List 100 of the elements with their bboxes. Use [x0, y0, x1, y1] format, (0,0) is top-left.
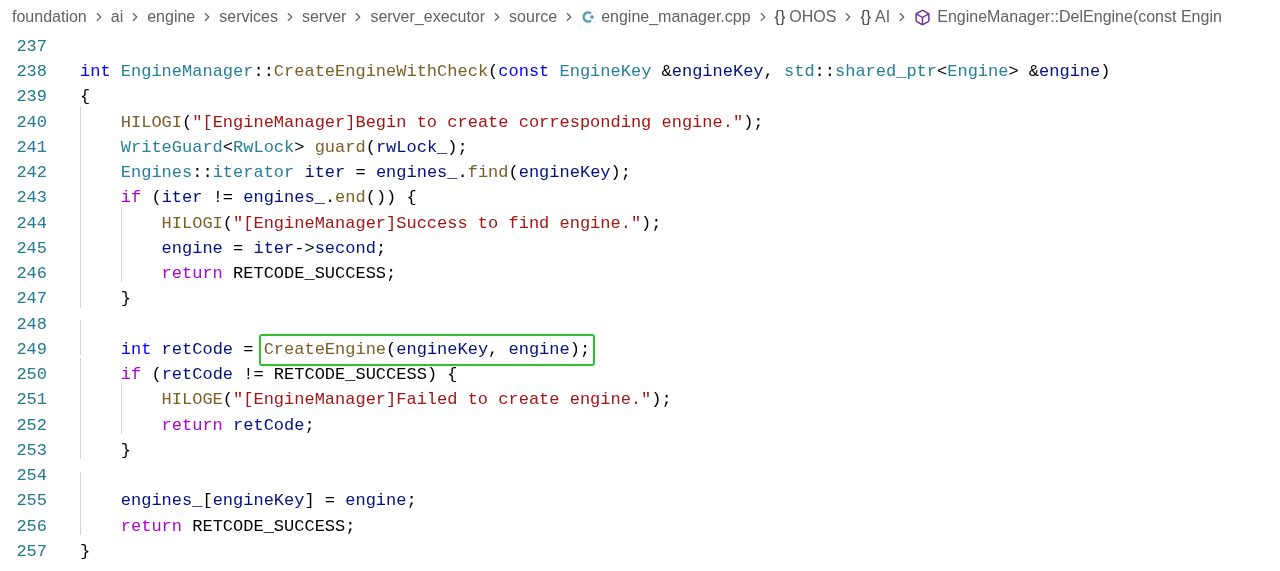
code-token: (: [150, 187, 162, 210]
code-token: engineKey: [518, 162, 611, 185]
breadcrumb-item[interactable]: server: [301, 5, 347, 29]
line-number: 257: [15, 540, 48, 563]
code-token: retCode: [232, 414, 305, 437]
code-token: engine: [508, 338, 570, 361]
code-token: iterator: [212, 162, 295, 185]
code-token: {: [80, 86, 91, 109]
cube-icon: [914, 8, 932, 26]
line-number: 248: [15, 313, 48, 336]
code-token: CreateEngineWithCheck: [273, 61, 489, 84]
code-token: );: [610, 162, 631, 185]
breadcrumb-item[interactable]: ai: [110, 5, 124, 29]
code-token: HILOGI: [160, 212, 223, 235]
line-number: 241: [15, 136, 48, 159]
code-token: (: [386, 338, 397, 361]
code-token: ] =: [304, 490, 337, 513]
line-number: 250: [15, 364, 48, 387]
code-token: CreateEngine: [263, 338, 387, 361]
breadcrumb-item[interactable]: foundation: [12, 5, 87, 29]
code-token: engine: [345, 490, 407, 513]
code-token: return: [160, 263, 223, 286]
breadcrumb-item[interactable]: services: [219, 5, 278, 29]
code-token: .: [457, 162, 468, 185]
code-token: guard: [314, 136, 366, 159]
code-token: int: [119, 338, 152, 361]
code-token: ::: [814, 61, 835, 84]
line-number: 242: [15, 162, 48, 185]
code-token: (: [488, 61, 499, 84]
line-number: 245: [15, 237, 48, 260]
code-token: Engines: [119, 162, 193, 185]
line-number: 237: [15, 35, 48, 58]
code-token: return: [119, 515, 183, 538]
line-number: 256: [15, 515, 48, 538]
code-token: RETCODE_SUCCESS;: [191, 515, 356, 538]
code-token: end: [335, 187, 366, 210]
code-token: EngineManager: [119, 61, 254, 84]
code-token: engine: [160, 237, 223, 260]
code-token: retCode: [160, 338, 234, 361]
code-token: );: [447, 136, 468, 159]
breadcrumb-item[interactable]: OHOS: [789, 5, 837, 29]
code-token: [: [202, 490, 213, 513]
line-number: 244: [15, 212, 48, 235]
code-token: retCode: [161, 364, 234, 387]
code-token: "[EngineManager]Success to find engine.": [233, 212, 642, 235]
line-number: 252: [15, 414, 48, 437]
line-number: 253: [15, 439, 48, 462]
code-token: =: [354, 162, 367, 185]
code-token: );: [743, 111, 764, 134]
code-token: iter: [161, 187, 203, 210]
code-token: RwLock: [233, 136, 295, 159]
line-number: 246: [15, 263, 48, 286]
code-token: shared_ptr: [835, 61, 938, 84]
code-token: if: [119, 187, 142, 210]
code-token: iter: [303, 162, 346, 185]
code-token: }: [119, 288, 131, 311]
code-token: (: [222, 389, 234, 412]
code-token: =: [242, 338, 255, 361]
code-token: HILOGE: [160, 389, 223, 412]
code-token: iter: [253, 237, 295, 260]
breadcrumb-item[interactable]: AI: [875, 5, 891, 29]
code-token: );: [641, 212, 662, 235]
code-token: <: [222, 136, 234, 159]
code-token: ,: [763, 61, 775, 84]
code-token: ::: [253, 61, 274, 84]
breadcrumb-item[interactable]: engine: [147, 5, 196, 29]
code-token: ): [1100, 61, 1111, 84]
line-number: 243: [15, 187, 48, 210]
code-token: >: [294, 136, 306, 159]
code-token: ->: [294, 237, 315, 260]
code-token: HILOGI: [119, 111, 183, 134]
line-number: 254: [15, 465, 48, 488]
namespace-icon: {}: [774, 5, 786, 29]
code-token: <: [937, 61, 948, 84]
code-token: find: [467, 162, 509, 185]
code-token: engineKey: [671, 61, 764, 84]
code-token: int: [80, 61, 111, 84]
namespace-icon: {}: [860, 5, 872, 29]
code-token: (: [182, 111, 193, 134]
line-number: 255: [15, 490, 48, 513]
breadcrumb-item[interactable]: server_executor: [370, 5, 486, 29]
code-token: !=: [211, 187, 235, 210]
breadcrumb-item[interactable]: engine_manager.cpp: [601, 5, 751, 29]
code-token: EngineKey: [558, 61, 652, 84]
code-token: .: [324, 187, 336, 210]
line-number: 239: [15, 86, 48, 109]
breadcrumb-item[interactable]: source: [509, 5, 558, 29]
code-token: (: [508, 162, 519, 185]
code-token: engines_: [243, 187, 325, 210]
breadcrumb-item[interactable]: EngineManager::DelEngine(const Engin: [937, 5, 1222, 29]
code-token: WriteGuard: [119, 136, 223, 159]
code-token: &: [660, 61, 672, 84]
code-token: rwLock_: [375, 136, 448, 159]
line-number: 247: [15, 288, 48, 311]
line-number: 251: [15, 389, 48, 412]
code-token: std: [784, 61, 815, 84]
code-token: > &: [1008, 61, 1040, 84]
code-token: =: [232, 237, 245, 260]
code-token: ()) {: [365, 187, 417, 210]
code-token: );: [569, 338, 591, 361]
